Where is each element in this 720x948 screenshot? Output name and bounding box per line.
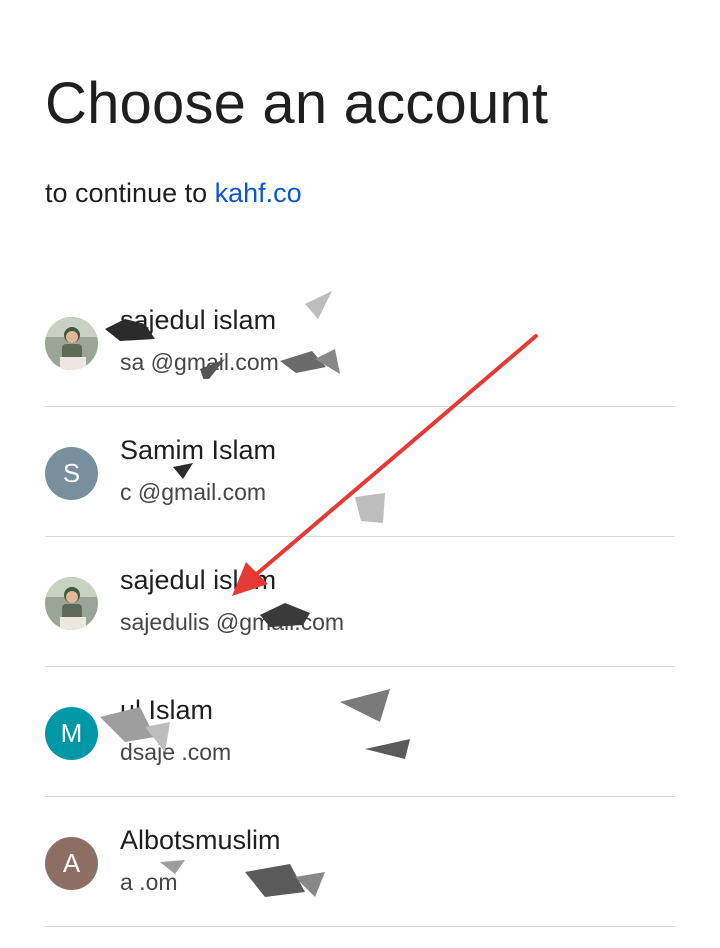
account-item[interactable]: sajedul islam sa @gmail.com: [45, 277, 675, 407]
account-email: c @gmail.com: [120, 479, 267, 505]
avatar-letter-text: M: [60, 718, 83, 748]
avatar-photo: [45, 577, 98, 630]
account-name: sajedul islam: [120, 305, 277, 335]
avatar-letter: M: [45, 707, 98, 760]
subtitle: to continue to kahf.co: [45, 178, 302, 209]
account-email: sajedulis @gmail.com: [120, 609, 345, 635]
account-list: sajedul islam sa @gmail.com S Samim Isla…: [45, 277, 675, 927]
account-name: Albotsmuslim: [120, 825, 281, 855]
avatar-letter-text: S: [62, 458, 81, 488]
avatar-letter: A: [45, 837, 98, 890]
account-name: ul Islam: [120, 695, 214, 725]
avatar-photo: [45, 317, 98, 370]
account-item[interactable]: S Samim Islam c @gmail.com: [45, 407, 675, 537]
account-name: Samim Islam: [120, 435, 277, 465]
account-email: a .om: [120, 869, 178, 895]
redaction-mark: [160, 860, 325, 897]
account-item[interactable]: M ul Islam dsaje .com: [45, 667, 675, 797]
subtitle-prefix: to continue to: [45, 178, 208, 208]
site-link[interactable]: kahf.co: [215, 178, 302, 208]
profile-photo-icon: [45, 317, 98, 370]
account-item[interactable]: A Albotsmuslim a .om: [45, 797, 675, 927]
avatar-letter: S: [45, 447, 98, 500]
account-email: dsaje .com: [120, 739, 232, 765]
account-item[interactable]: sajedul islam sajedulis @gmail.com: [45, 537, 675, 667]
account-name: sajedul islam: [120, 565, 277, 595]
page-title: Choose an account: [45, 71, 549, 136]
avatar-letter-text: A: [62, 848, 81, 878]
profile-photo-icon: [45, 577, 98, 630]
account-email: sa @gmail.com: [120, 349, 279, 375]
